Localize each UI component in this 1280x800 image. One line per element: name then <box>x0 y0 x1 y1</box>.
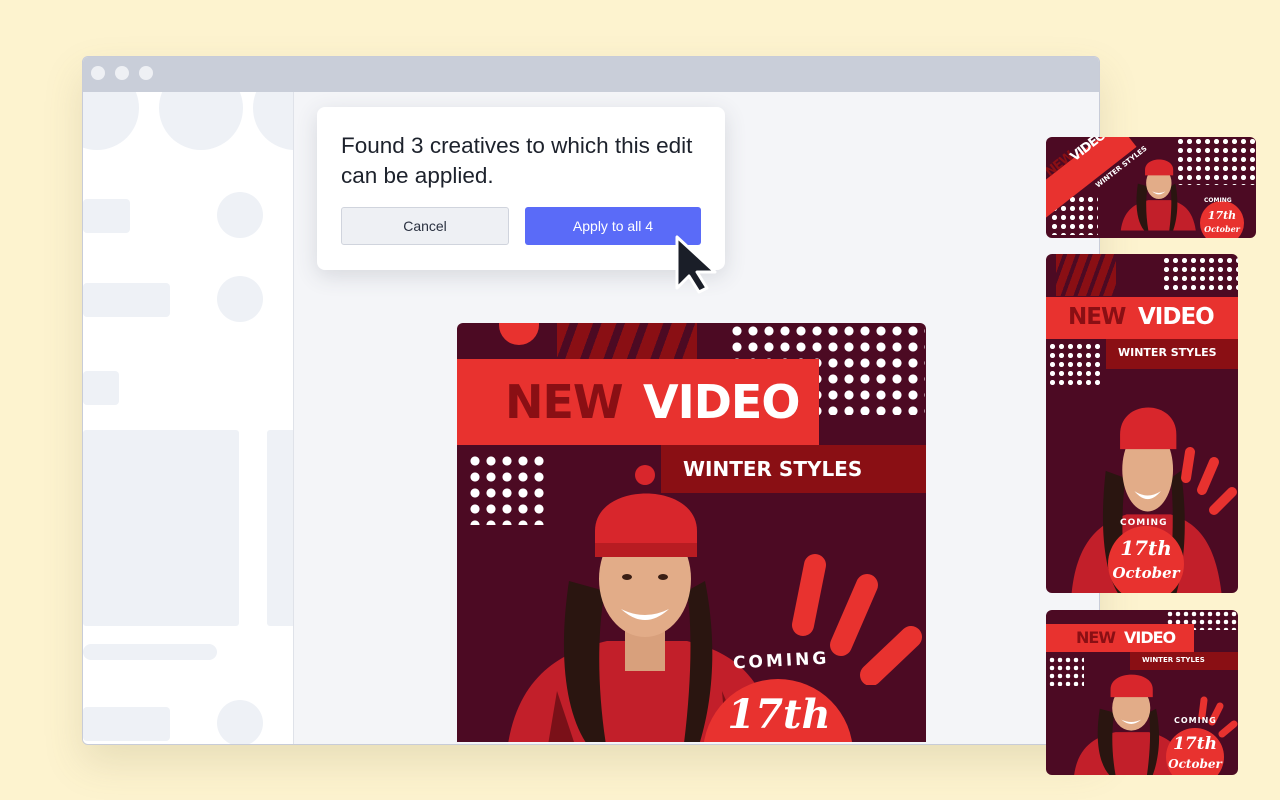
skeleton-line <box>83 644 217 660</box>
cancel-button[interactable]: Cancel <box>341 207 509 245</box>
coming-text: COMING <box>1120 518 1168 528</box>
headline-word-1: NEW <box>505 375 624 429</box>
date-month-text: October <box>1168 757 1222 771</box>
headline-word-2: VIDEO <box>1138 304 1215 330</box>
skeleton-circle <box>253 92 293 150</box>
skeleton-block <box>267 430 293 626</box>
skeleton-circle <box>217 276 263 322</box>
apply-edits-dialog: Found 3 creatives to which this edit can… <box>317 107 725 270</box>
skeleton-circle <box>217 700 263 744</box>
creative-variant-square[interactable]: NEW VIDEO WINTER STYLES COMING 17th Octo… <box>1046 610 1238 775</box>
person-photo <box>1120 159 1196 231</box>
date-day-text: 17th <box>1207 209 1237 222</box>
date-month-text: October <box>1204 224 1240 234</box>
coming-text: COMING <box>1174 716 1217 725</box>
window-close-dot[interactable] <box>91 66 105 80</box>
dialog-message: Found 3 creatives to which this edit can… <box>341 133 693 188</box>
creative-variant-portrait[interactable]: NEW VIDEO WINTER STYLES COMING 17th Octo… <box>1046 254 1238 593</box>
decor-dots <box>1048 342 1100 388</box>
skeleton-circle <box>159 92 243 150</box>
skeleton-bar <box>83 199 130 233</box>
skeleton-bar <box>83 283 170 317</box>
decor-dots <box>1162 256 1238 294</box>
mouse-pointer-icon <box>675 235 717 294</box>
skeleton-block <box>83 430 239 626</box>
subheadline-text: WINTER STYLES <box>1118 346 1217 359</box>
headline-word-1: NEW <box>1076 628 1116 647</box>
date-month-text: October <box>1112 564 1180 582</box>
coming-text: COMING <box>1204 197 1232 204</box>
window-minimize-dot[interactable] <box>115 66 129 80</box>
decor-stripes <box>557 323 697 359</box>
window-maximize-dot[interactable] <box>139 66 153 80</box>
skeleton-circle <box>217 192 263 238</box>
window-titlebar <box>83 57 1099 92</box>
decor-stripes <box>1056 254 1116 296</box>
date-day-text: 17th <box>727 691 831 738</box>
sidebar-placeholder <box>83 92 294 744</box>
skeleton-circle <box>83 92 139 150</box>
decor-strokes <box>1181 447 1237 515</box>
skeleton-bar <box>83 371 119 405</box>
skeleton-bar <box>83 707 170 741</box>
date-day-text: 17th <box>1120 536 1172 560</box>
date-day-text: 17th <box>1173 734 1217 754</box>
headline-word-2: VIDEO <box>1124 628 1176 647</box>
main-creative-preview[interactable]: NEW VIDEO WINTER STYLES COMING 17th <box>457 323 926 742</box>
creative-variant-landscape[interactable]: NEW VIDEO WINTER STYLES COMING 17th Octo… <box>1046 137 1256 238</box>
headline-word-2: VIDEO <box>643 375 800 429</box>
decor-shape <box>499 323 539 345</box>
headline-word-1: NEW <box>1068 304 1126 330</box>
